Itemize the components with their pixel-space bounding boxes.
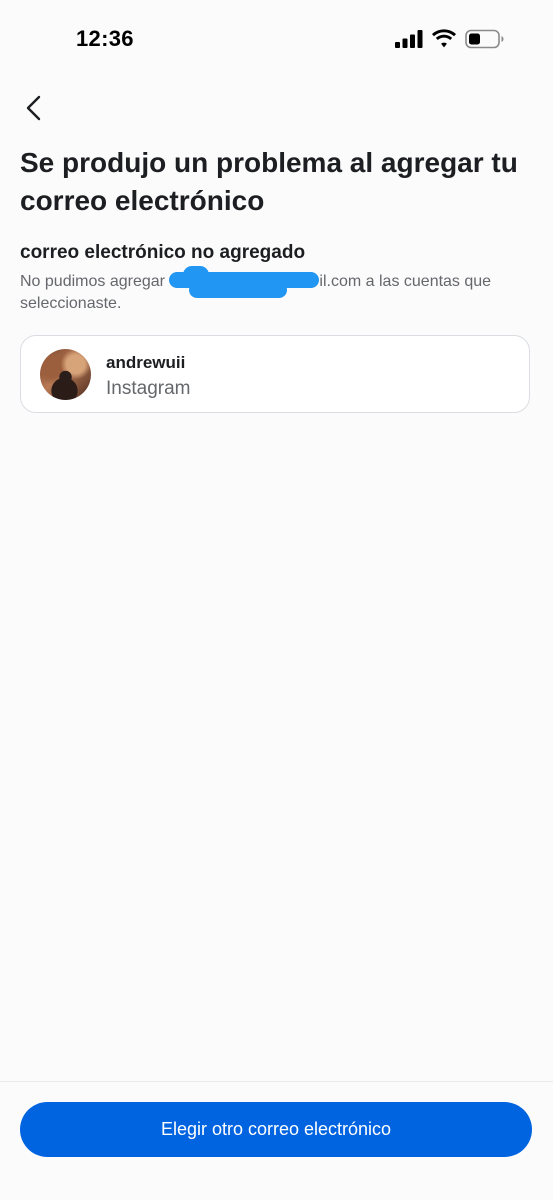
status-icons — [395, 28, 505, 54]
account-platform: Instagram — [106, 378, 191, 399]
account-username: andrewuii — [106, 353, 186, 372]
status-time: 12:36 — [76, 26, 134, 51]
choose-another-email-button[interactable]: Elegir otro correo electrónico — [20, 1102, 532, 1157]
description-prefix: No pudimos agregar — [20, 273, 170, 290]
avatar — [40, 349, 91, 400]
error-description: No pudimos agregar il.com a las cuentas … — [20, 265, 530, 315]
status-bar: 12:36 — [0, 0, 553, 80]
battery-icon — [465, 29, 505, 54]
wifi-icon — [431, 29, 457, 53]
chevron-left-icon — [24, 95, 44, 126]
error-subtitle: correo electrónico no agregado — [20, 242, 306, 263]
redacted-email — [169, 265, 320, 298]
account-card: andrewuii Instagram — [20, 335, 530, 413]
footer-divider — [0, 1081, 553, 1082]
back-button[interactable] — [18, 94, 50, 126]
cellular-signal-icon — [395, 29, 423, 53]
page-title: Se produjo un problema al agregar tu cor… — [20, 147, 518, 216]
